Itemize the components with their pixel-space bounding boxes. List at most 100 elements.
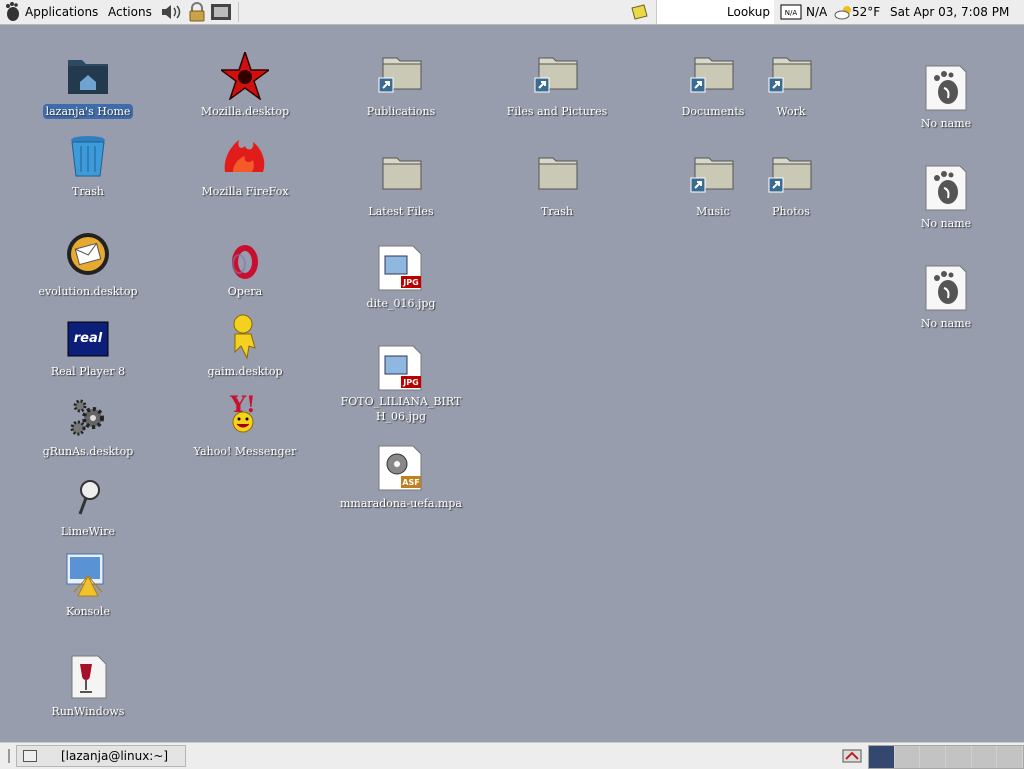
screenshot-icon[interactable]: [210, 2, 232, 26]
home-folder-icon: [64, 52, 112, 100]
limewire-shortcut[interactable]: LimeWire: [18, 472, 158, 539]
desktop-icon-label: Latest Files: [368, 205, 434, 218]
desktop-icon-label: Files and Pictures: [506, 105, 608, 118]
desktop-icon-label: No name: [920, 117, 972, 130]
files-and-pictures-folder[interactable]: Files and Pictures: [487, 52, 627, 119]
no-name-launcher[interactable]: No name: [876, 164, 1016, 231]
svg-text:real: real: [74, 331, 103, 346]
desktop-icon-label: Konsole: [66, 605, 110, 618]
network-status-icon[interactable]: N/A: [780, 4, 802, 28]
folder-link-icon: [767, 152, 815, 200]
yahoo-messenger-shortcut[interactable]: Y! Yahoo! Messenger: [175, 392, 315, 459]
lookup-label[interactable]: Lookup: [727, 0, 770, 24]
sticky-note-icon[interactable]: [630, 4, 648, 28]
workspace-3[interactable]: [920, 746, 947, 768]
desktop-icon-label: Photos: [772, 205, 810, 218]
realplayer-icon: real: [64, 312, 112, 360]
workspace-2[interactable]: [894, 746, 921, 768]
firefox-shortcut[interactable]: Mozilla FireFox: [175, 132, 315, 199]
workspace-6[interactable]: [997, 746, 1024, 768]
opera-icon: [221, 232, 269, 280]
foto-liliana-jpg-file[interactable]: JPG FOTO_LILIANA_BIRTH_06.jpg: [331, 344, 471, 424]
mozilla-shortcut[interactable]: Mozilla.desktop: [175, 52, 315, 119]
latest-files-folder[interactable]: Latest Files: [331, 152, 471, 219]
folder-link-icon: [767, 52, 815, 100]
svg-text:ASF: ASF: [402, 478, 419, 487]
top-panel: Applications Actions Lookup N/A N/A 52°F…: [0, 0, 1024, 25]
svg-text:JPG: JPG: [402, 378, 418, 387]
folder-link-icon: [533, 52, 581, 100]
wine-icon: [64, 652, 112, 700]
dictionary-lookup-field[interactable]: Lookup: [656, 0, 774, 24]
volume-icon[interactable]: [160, 2, 182, 26]
dite-jpg-file[interactable]: JPG dite_016.jpg: [331, 244, 471, 311]
desktop-icon-label: mmaradona-uefa.mpa: [339, 497, 462, 510]
workspace-5[interactable]: [971, 746, 998, 768]
desktop-icon-label: gRunAs.desktop: [42, 445, 134, 458]
opera-shortcut[interactable]: Opera: [175, 232, 315, 299]
photos-folder[interactable]: Photos: [721, 152, 861, 219]
gnome-foot-icon[interactable]: [2, 0, 22, 24]
publications-folder[interactable]: Publications: [331, 52, 471, 119]
desktop-icon-label: evolution.desktop: [38, 285, 138, 298]
work-folder[interactable]: Work: [721, 52, 861, 119]
network-status-text: N/A: [806, 5, 828, 19]
gnome-foot-icon: [922, 64, 970, 112]
desktop-icon-label: RunWindows: [51, 705, 125, 718]
notification-tray-icon[interactable]: [842, 748, 862, 764]
desktop-icon-label: Real Player 8: [50, 365, 126, 378]
gaim-shortcut[interactable]: gaim.desktop: [175, 312, 315, 379]
trash-shortcut[interactable]: Trash: [18, 132, 158, 199]
gnome-foot-icon: [922, 264, 970, 312]
svg-text:JPG: JPG: [402, 278, 418, 287]
trash-icon: [64, 132, 112, 180]
trash-folder[interactable]: Trash: [487, 152, 627, 219]
evolution-shortcut[interactable]: evolution.desktop: [18, 232, 158, 299]
runwindows-shortcut[interactable]: RunWindows: [18, 652, 158, 719]
home-folder-shortcut[interactable]: lazanja's Home: [18, 52, 158, 119]
desktop-icon-label: No name: [920, 217, 972, 230]
terminal-window-icon: [23, 750, 37, 762]
konsole-icon: [64, 552, 112, 600]
gnome-foot-icon: [922, 164, 970, 212]
maradona-mpa-file[interactable]: ASF mmaradona-uefa.mpa: [331, 444, 471, 511]
no-name-launcher[interactable]: No name: [876, 264, 1016, 331]
limewire-icon: [64, 472, 112, 520]
weather-cloud-sun-icon[interactable]: [834, 4, 854, 28]
bottom-panel: [lazanja@linux:~]: [0, 742, 1024, 769]
konsole-shortcut[interactable]: Konsole: [18, 552, 158, 619]
panel-separator: [238, 2, 239, 22]
mozilla-icon: [221, 52, 269, 100]
yahoo-icon: Y!: [221, 392, 269, 440]
folder-link-icon: [377, 52, 425, 100]
gaim-icon: [221, 312, 269, 360]
gears-icon: [64, 392, 112, 440]
jpg-file-icon: JPG: [377, 344, 425, 392]
workspace-switcher[interactable]: [868, 745, 1024, 769]
desktop-icon-label: gaim.desktop: [207, 365, 283, 378]
desktop-icon-label: No name: [920, 317, 972, 330]
folder-icon: [533, 152, 581, 200]
desktop-icon-label: FOTO_LILIANA_BIRTH_06.jpg: [340, 395, 462, 423]
desktop-icon-label: Publications: [366, 105, 436, 118]
grunas-shortcut[interactable]: gRunAs.desktop: [18, 392, 158, 459]
na-icon-text: N/A: [785, 9, 798, 17]
temperature-text: 52°F: [852, 5, 881, 19]
workspace-4[interactable]: [946, 746, 972, 768]
desktop-icon-label: lazanja's Home: [42, 104, 134, 119]
realplayer-shortcut[interactable]: real Real Player 8: [18, 312, 158, 379]
applications-menu[interactable]: Applications: [25, 0, 98, 24]
jpg-file-icon: JPG: [377, 244, 425, 292]
desktop-icon-label: Mozilla FireFox: [201, 185, 289, 198]
desktop-icon-label: Trash: [541, 205, 573, 218]
taskbar-window-label: [lazanja@linux:~]: [61, 749, 169, 763]
lock-icon[interactable]: [188, 2, 206, 26]
actions-menu[interactable]: Actions: [108, 0, 152, 24]
workspace-1[interactable]: [869, 746, 895, 768]
desktop-icon-label: Yahoo! Messenger: [193, 445, 297, 458]
firefox-icon: [221, 132, 269, 180]
no-name-launcher[interactable]: No name: [876, 64, 1016, 131]
desktop-icon-label: Mozilla.desktop: [200, 105, 290, 118]
clock[interactable]: Sat Apr 03, 7:08 PM: [890, 0, 1009, 24]
taskbar-window-button[interactable]: [lazanja@linux:~]: [16, 745, 186, 767]
